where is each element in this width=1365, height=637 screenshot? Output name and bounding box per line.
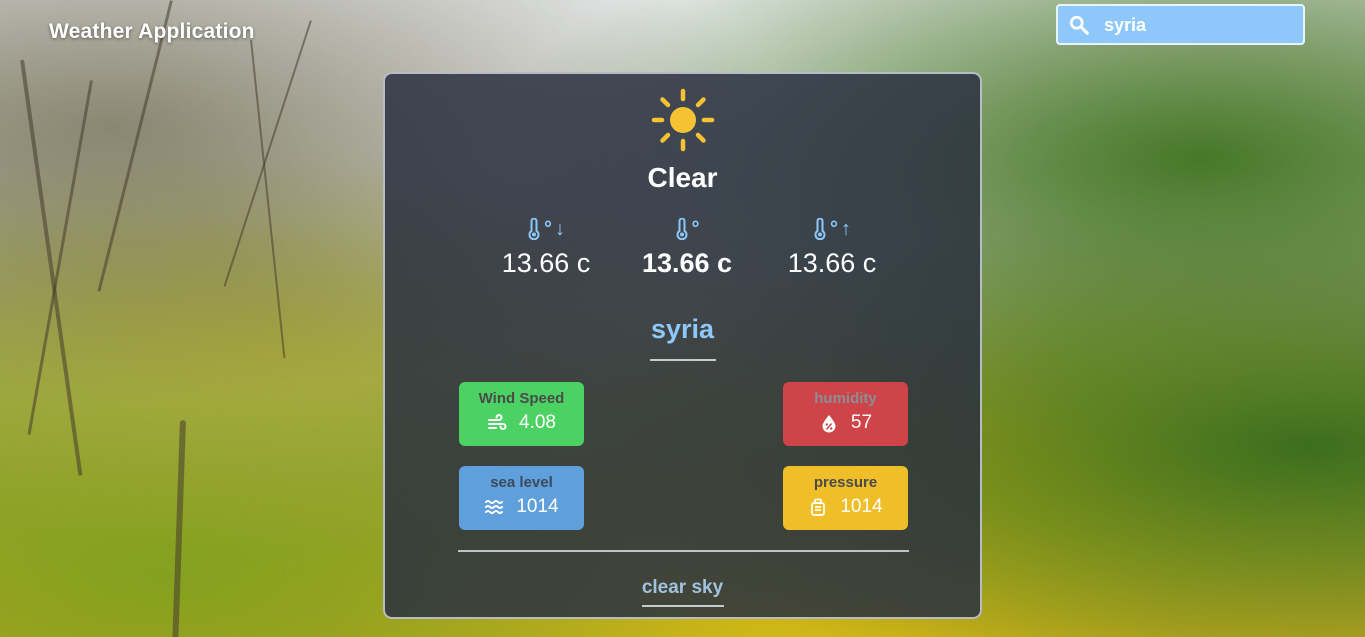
arrow-up-icon: ↑	[841, 217, 851, 240]
app-title: Weather Application	[49, 20, 255, 43]
wind-speed-card: Wind Speed 4.08	[459, 382, 584, 446]
waves-icon	[485, 500, 504, 514]
pressure-card: pressure 1014	[783, 466, 908, 530]
city-underline	[650, 359, 716, 361]
search-input[interactable]	[1104, 13, 1294, 37]
temp-max: ° ↑ 13.66 c	[767, 216, 897, 279]
pressure-label: pressure	[813, 474, 878, 491]
temp-max-value: 13.66 c	[787, 248, 877, 278]
description-underline	[642, 605, 724, 607]
temp-max-label: ° ↑	[767, 216, 897, 242]
sun-icon	[651, 88, 715, 152]
sea-level-card: sea level 1014	[459, 466, 584, 530]
thermometer-icon	[528, 218, 540, 240]
wind-speed-label: Wind Speed	[478, 390, 565, 407]
weather-card: Clear ° ↓ 13.66 c ° 13.66 c ° ↑ 13.66 c …	[383, 72, 982, 619]
sea-level-label: sea level	[490, 474, 553, 491]
humidity-label: humidity	[814, 390, 877, 407]
thermometer-icon	[676, 218, 687, 240]
temp-min-value: 13.66 c	[501, 248, 591, 278]
search-bar[interactable]	[1056, 4, 1305, 45]
humidity-drop-icon	[822, 415, 836, 433]
divider	[458, 550, 909, 552]
temp-current-value: 13.66 c	[641, 248, 733, 278]
weather-condition: Clear	[647, 162, 718, 193]
wind-speed-value: 4.08	[519, 412, 556, 433]
city-name: syria	[650, 314, 715, 344]
temp-min-label: ° ↓	[481, 216, 611, 242]
temp-current: ° 13.66 c	[622, 216, 752, 279]
humidity-value: 57	[850, 412, 873, 433]
temp-current-label: °	[622, 216, 752, 242]
temp-min: ° ↓ 13.66 c	[481, 216, 611, 279]
search-icon[interactable]	[1068, 14, 1090, 36]
arrow-down-icon: ↓	[555, 217, 565, 240]
wind-icon	[488, 414, 507, 430]
thermometer-icon	[814, 218, 826, 240]
pressure-value: 1014	[840, 496, 883, 517]
sea-level-value: 1014	[516, 496, 559, 517]
humidity-card: humidity 57	[783, 382, 908, 446]
weather-description: clear sky	[641, 577, 724, 598]
pressure-gauge-icon	[811, 498, 826, 516]
